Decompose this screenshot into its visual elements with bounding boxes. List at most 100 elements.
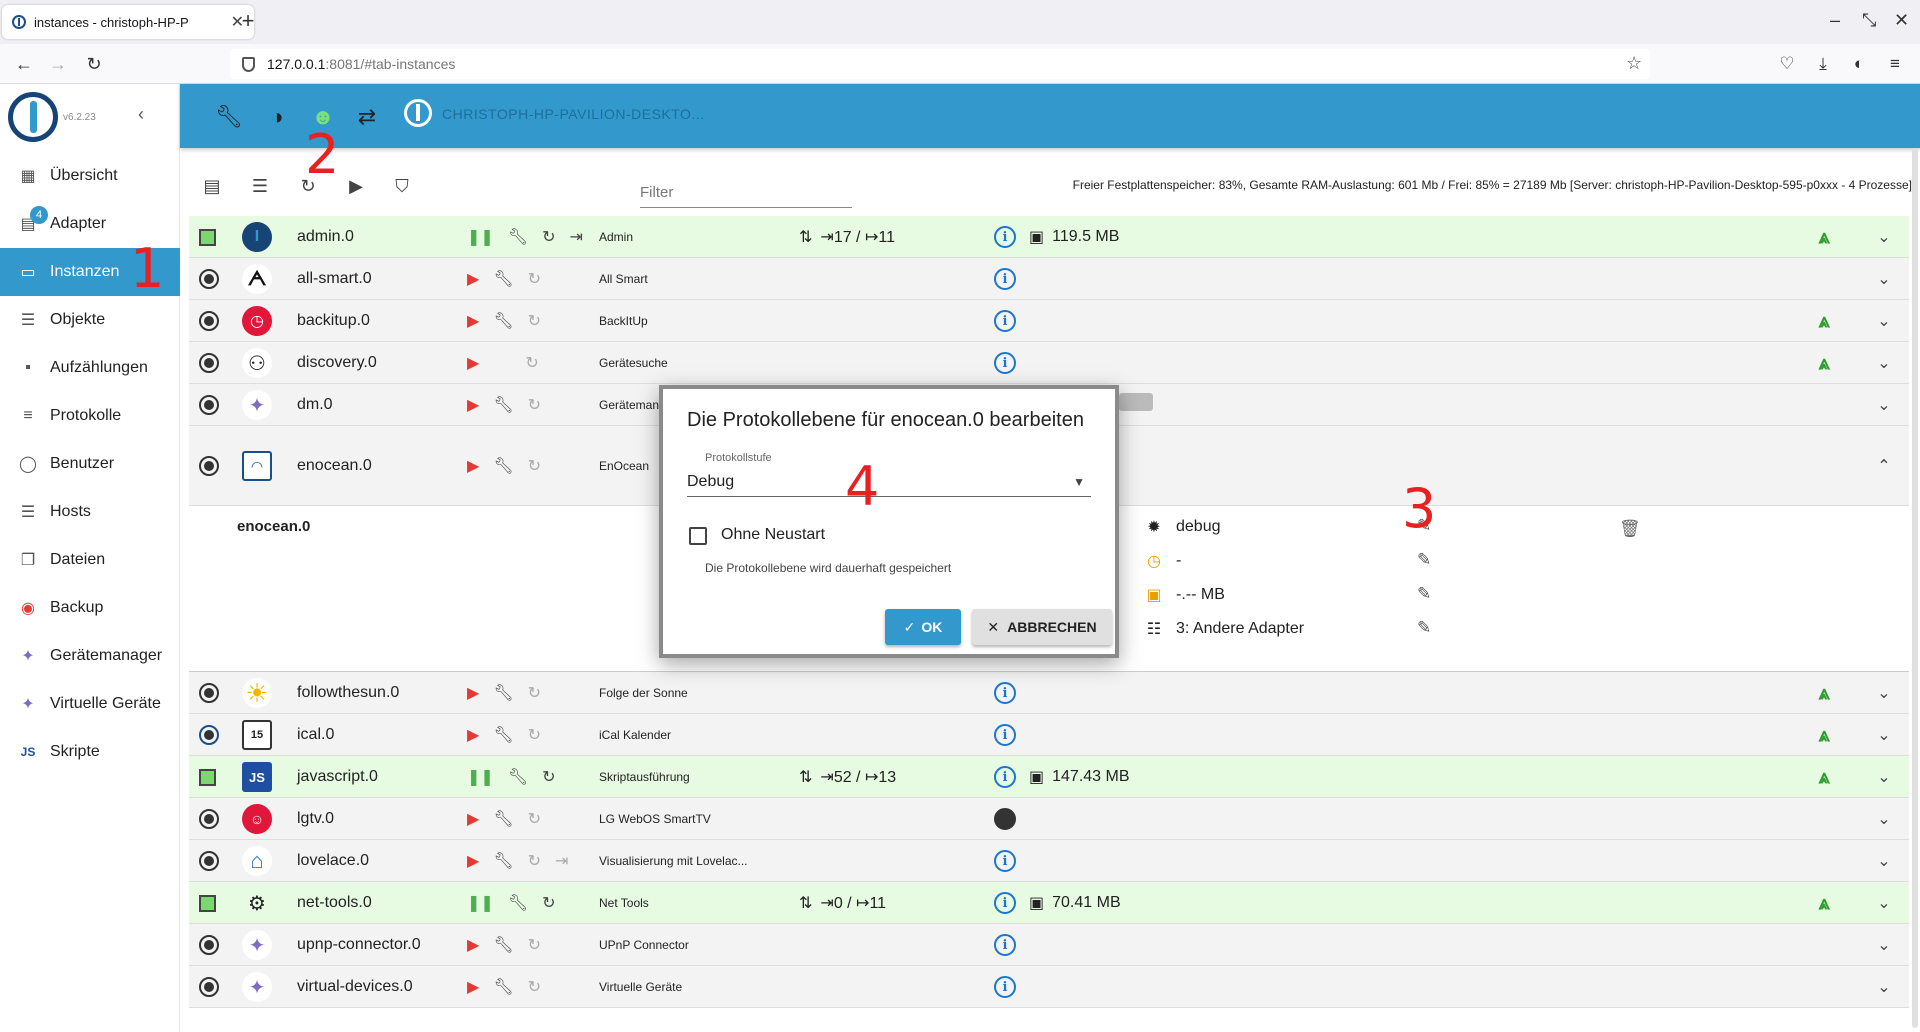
restart-icon[interactable]: ↻ xyxy=(528,977,541,997)
wrench-icon[interactable]: 🔧︎ xyxy=(493,851,513,871)
table-row[interactable]: ☀ followthesun.0 ▶ 🔧︎ ↻ Folge der Sonne i … xyxy=(189,672,1909,714)
view-list-icon[interactable]: ☰ xyxy=(248,176,272,200)
cancel-button[interactable]: ✕ ABBRECHEN xyxy=(972,609,1112,645)
play-icon[interactable]: ▶ xyxy=(467,725,479,745)
restart-icon[interactable]: ↻ xyxy=(528,851,541,871)
status-stopped[interactable] xyxy=(199,966,223,1008)
bookmark-star-icon[interactable]: ☆ xyxy=(1626,53,1642,74)
status-running[interactable] xyxy=(199,216,223,258)
wrench-icon[interactable]: 🔧︎ xyxy=(493,935,513,955)
ok-button[interactable]: ✓ OK xyxy=(885,609,961,645)
info-button[interactable]: i xyxy=(992,924,1018,966)
restart-icon[interactable]: ↻ xyxy=(542,227,555,247)
minimize-icon[interactable]: – xyxy=(1830,10,1840,31)
restart-icon[interactable]: ↻ xyxy=(528,311,541,331)
play-icon[interactable]: ▶ xyxy=(467,456,479,476)
table-row[interactable]: ⚇ discovery.0 ▶ ↻ Gerätesuche i ⩓ ⌄ xyxy=(189,342,1909,384)
sidebar-item-scripts[interactable]: JS Skripte xyxy=(0,728,180,776)
sync-icon[interactable]: ⇄ xyxy=(354,104,380,130)
wrench-icon[interactable]: 🔧︎ xyxy=(493,395,513,415)
sidebar-item-overview[interactable]: ▦ Übersicht xyxy=(0,152,180,200)
url-input[interactable]: 127.0.0.1:8081/#tab-instances xyxy=(230,49,1650,79)
edit-start-order-icon[interactable]: ✎ xyxy=(1417,618,1431,638)
restart-icon[interactable]: ↻ xyxy=(528,456,541,476)
pocket-icon[interactable]: ♡ xyxy=(1776,54,1798,74)
play-icon[interactable]: ▶ xyxy=(467,311,479,331)
wrench-icon[interactable]: 🔧︎ xyxy=(508,767,528,787)
wrench-icon[interactable]: 🔧︎ xyxy=(493,725,513,745)
table-row[interactable]: I admin.0 ❚❚ 🔧︎ ↻ ⇥ Admin ⇅ ⇥17 / ↦11 i ▣ 119… xyxy=(189,216,1909,258)
table-row[interactable]: ✦ virtual-devices.0 ▶ 🔧︎ ↻ Virtuelle Gerät… xyxy=(189,966,1909,1008)
table-row[interactable]: JS javascript.0 ❚❚ 🔧︎ ↻ Skriptausführung ⇅… xyxy=(189,756,1909,798)
restart-icon[interactable]: ↻ xyxy=(528,269,541,289)
restart-icon[interactable]: ↻ xyxy=(528,395,541,415)
chevron-down-icon[interactable]: ⌄ xyxy=(1869,342,1899,384)
play-icon[interactable]: ▶ xyxy=(467,269,479,289)
restart-icon[interactable]: ↻ xyxy=(525,353,538,373)
play-icon[interactable]: ▶ xyxy=(467,935,479,955)
restart-icon[interactable]: ↻ xyxy=(542,767,555,787)
status-stopped[interactable] xyxy=(199,342,223,384)
chevron-down-icon[interactable]: ⌄ xyxy=(1869,300,1899,342)
settings-button[interactable] xyxy=(992,798,1018,840)
status-stopped[interactable] xyxy=(199,384,223,426)
info-button[interactable]: i xyxy=(992,672,1018,714)
pause-icon[interactable]: ❚❚ xyxy=(467,227,494,247)
sidebar-item-files[interactable]: ❐ Dateien xyxy=(0,536,180,584)
chevron-down-icon[interactable]: ⌄ xyxy=(1869,756,1899,798)
chevron-down-icon[interactable]: ⌄ xyxy=(1869,216,1899,258)
table-row[interactable]: ⚙ net-tools.0 ❚❚ 🔧︎ ↻ Net Tools ⇅ ⇥0 / ↦11 … xyxy=(189,882,1909,924)
sidebar-item-backup[interactable]: ◉ Backup xyxy=(0,584,180,632)
status-scheduled[interactable] xyxy=(199,714,223,756)
wrench-icon[interactable]: 🔧︎ xyxy=(493,456,513,476)
browser-tab[interactable]: instances - christoph-HP-P ✕ xyxy=(2,5,254,39)
info-button[interactable]: i xyxy=(992,216,1018,258)
chevron-down-icon[interactable]: ⌄ xyxy=(1869,966,1899,1008)
chevron-up-icon[interactable]: ⌃ xyxy=(1869,445,1899,487)
status-stopped[interactable] xyxy=(199,300,223,342)
status-stopped[interactable] xyxy=(199,798,223,840)
chevron-down-icon[interactable]: ⌄ xyxy=(1869,258,1899,300)
table-row[interactable]: ᗅ all-smart.0 ▶ 🔧︎ ↻ All Smart i ⌄ xyxy=(189,258,1909,300)
view-cards-icon[interactable]: ▤ xyxy=(200,176,224,200)
download-icon[interactable]: ⤓ xyxy=(1812,54,1834,74)
log-level-select[interactable]: Debug ▼ xyxy=(687,467,1091,497)
restart-icon[interactable]: ↻ xyxy=(528,809,541,829)
status-stopped[interactable] xyxy=(199,672,223,714)
restart-icon[interactable]: ↻ xyxy=(528,725,541,745)
wrench-icon[interactable]: 🔧︎ xyxy=(508,893,528,913)
sidebar-item-users[interactable]: ◯ Benutzer xyxy=(0,440,180,488)
play-icon[interactable]: ▶ xyxy=(467,977,479,997)
chevron-down-icon[interactable]: ⌄ xyxy=(1869,840,1899,882)
sidebar-item-enums[interactable]: ▪ Aufzählungen xyxy=(0,344,180,392)
wrench-icon[interactable]: 🔧︎ xyxy=(493,269,513,289)
new-tab-button[interactable]: + xyxy=(234,8,262,34)
open-web-icon[interactable]: ⇥ xyxy=(570,227,583,247)
chevron-down-icon[interactable]: ⌄ xyxy=(1869,384,1899,426)
info-button[interactable]: i xyxy=(992,966,1018,1008)
open-web-icon[interactable]: ⇥ xyxy=(555,851,568,871)
status-stopped[interactable] xyxy=(199,924,223,966)
play-icon[interactable]: ▶ xyxy=(467,353,479,373)
sidebar-item-logs[interactable]: ≡ Protokolle xyxy=(0,392,180,440)
back-icon[interactable]: ← xyxy=(12,54,36,75)
collapse-sidebar-icon[interactable]: ‹ xyxy=(138,104,144,125)
restart-icon[interactable]: ↻ xyxy=(528,935,541,955)
delete-instance-icon[interactable]: 🗑︎ xyxy=(1619,519,1641,539)
forward-icon[interactable]: → xyxy=(46,54,70,75)
status-running[interactable] xyxy=(199,882,223,924)
without-restart-checkbox[interactable] xyxy=(689,527,707,545)
edit-schedule-icon[interactable]: ✎ xyxy=(1417,550,1431,570)
pause-icon[interactable]: ❚❚ xyxy=(467,893,494,913)
edit-memory-icon[interactable]: ✎ xyxy=(1417,584,1431,604)
restart-icon[interactable]: ↻ xyxy=(528,683,541,703)
info-button[interactable]: i xyxy=(992,882,1018,924)
play-icon[interactable]: ▶ xyxy=(467,395,479,415)
status-running[interactable] xyxy=(199,756,223,798)
wrench-icon[interactable]: 🔧︎ xyxy=(493,977,513,997)
table-row[interactable]: 15 ical.0 ▶ 🔧︎ ↻ iCal Kalender i ⩓ ⌄ xyxy=(189,714,1909,756)
info-button[interactable]: i xyxy=(992,342,1018,384)
sidebar-item-device-manager[interactable]: ✦ Gerätemanager xyxy=(0,632,180,680)
play-icon[interactable]: ▶ xyxy=(467,851,479,871)
status-stopped[interactable] xyxy=(199,445,223,487)
